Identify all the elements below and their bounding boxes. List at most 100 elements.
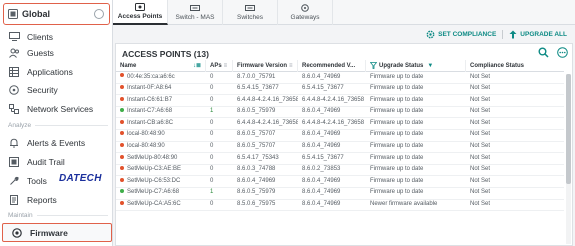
cell-aps: 0 — [210, 201, 214, 208]
column-header-upgrade-status[interactable]: Upgrade Status ▼ — [366, 59, 466, 72]
table-row[interactable]: Instant-0F:A8:64 0 6.5.4.15_73677 6.5.4.15_… — [116, 84, 564, 96]
tab-switches[interactable]: Switches — [223, 0, 278, 25]
sidebar-item-audit-trail[interactable]: Audit Trail — [0, 152, 112, 171]
cell-recommended-version: 8.6.0.4_74969 — [302, 177, 341, 184]
device-name: SetMeUp-C7:A6:68 — [127, 189, 180, 196]
security-icon — [8, 84, 20, 95]
cell-compliance-status: Not Set — [470, 96, 491, 103]
cell-upgrade-status: Firmware up to date — [370, 177, 424, 184]
cell-aps: 0 — [210, 96, 214, 103]
set-compliance-button[interactable]: SET COMPLIANCE — [426, 30, 496, 39]
cell-name[interactable]: local-80:48:90 — [116, 141, 206, 153]
clients-icon — [8, 32, 20, 42]
table-row[interactable]: SetMeUp-C6:53:DC 0 8.6.0.4_74969 8.6.0.4_74… — [116, 176, 564, 188]
table-row[interactable]: 00:4e:35:ca:a6:6c 0 8.7.0.0_75791 8.6.0.4_7… — [116, 72, 564, 84]
sidebar-item-applications[interactable]: Applications — [0, 62, 112, 81]
cell-name[interactable]: SetMeUp-C6:53:DC — [116, 176, 206, 188]
datech-watermark: DATECH — [59, 173, 102, 184]
cell-recommended-version: 8.6.0.4_74969 — [302, 73, 341, 80]
divider — [502, 29, 504, 39]
access-points-table: Name ↓≣ APs ≡ Firmware Version ≡ Recomme… — [116, 59, 564, 212]
cell-compliance-status: Not Set — [470, 154, 491, 161]
more-options-icon[interactable] — [557, 47, 568, 58]
tab-switch-mas[interactable]: Switch - MAS — [168, 0, 223, 25]
tab-access-points[interactable]: Access Points — [113, 0, 168, 25]
cell-firmware-version: 6.4.4.8-4.2.4.16_73658 — [237, 96, 298, 103]
cell-name[interactable]: 00:4e:35:ca:a6:6c — [116, 72, 206, 84]
cell-name[interactable]: Instant-CB:a6:8C — [116, 118, 206, 130]
panel-tools — [538, 47, 568, 58]
cell-aps: 0 — [210, 73, 214, 80]
cell-recommended-version: 6.5.4.15_73677 — [302, 154, 344, 161]
sidebar-item-reports[interactable]: Reports — [0, 190, 112, 209]
table-row[interactable]: Instant-CB:a6:8C 0 6.4.4.8-4.2.4.16_73658 6… — [116, 118, 564, 130]
app-root: Global Clients Guests Applications Secur… — [0, 0, 575, 246]
scope-radio-icon[interactable] — [94, 9, 104, 19]
dropdown-caret-icon[interactable]: ▼ — [427, 63, 433, 69]
scrollbar-thumb[interactable] — [566, 74, 571, 184]
column-header-aps[interactable]: APs ≡ — [206, 59, 233, 72]
cell-name[interactable]: SetMeUp-C7:A6:68 — [116, 187, 206, 199]
cell-compliance-status: Not Set — [470, 119, 491, 126]
reports-icon — [8, 194, 20, 205]
table-row[interactable]: SetMeUp-C3:AE:BE 0 8.6.0.3_74788 8.6.0.2_73… — [116, 165, 564, 177]
cell-upgrade-status: Firmware up to date — [370, 96, 424, 103]
cell-aps: 0 — [210, 131, 214, 138]
table-row[interactable]: SetMeUp-80:48:90 0 6.5.4.17_75343 6.5.4.15_… — [116, 153, 564, 165]
section-label-text: Maintain — [8, 212, 33, 219]
cell-aps: 0 — [210, 143, 214, 150]
cell-upgrade-status: Firmware up to date — [370, 166, 424, 173]
sidebar-item-alerts-events[interactable]: Alerts & Events — [0, 133, 112, 152]
sidebar-item-guests[interactable]: Guests — [0, 43, 112, 62]
section-label-maintain: Maintain — [8, 212, 108, 219]
table-header: Name ↓≣ APs ≡ Firmware Version ≡ Recomme… — [116, 59, 564, 72]
gateway-icon — [301, 4, 309, 12]
table-row[interactable]: Instant-C6:61:B7 0 6.4.4.8-4.2.4.16_73658 6… — [116, 95, 564, 107]
status-dot-icon — [120, 108, 124, 113]
device-name: Instant-C6:61:B7 — [127, 96, 173, 103]
cell-name[interactable]: local-80:48:90 — [116, 129, 206, 141]
cell-recommended-version: 8.6.0.4_74969 — [302, 189, 341, 196]
sidebar-item-network-services[interactable]: Network Services — [0, 99, 112, 118]
tab-label: Switch - MAS — [175, 14, 215, 21]
cell-name[interactable]: Instant-0F:A8:64 — [116, 83, 206, 95]
device-name: local-80:48:90 — [127, 131, 165, 138]
switches-icon — [245, 5, 255, 11]
global-scope-selector[interactable]: Global — [3, 3, 110, 25]
table-row[interactable]: Instant-C7:A6:68 1 8.6.0.5_75979 8.6.0.4_74… — [116, 107, 564, 119]
table-row[interactable]: local-80:48:90 0 8.6.0.5_75707 8.6.0.4_7496… — [116, 142, 564, 154]
cell-recommended-version: 8.6.0.4_74969 — [302, 131, 341, 138]
status-dot-icon — [120, 200, 124, 205]
tab-gateways[interactable]: Gateways — [278, 0, 333, 25]
status-dot-icon — [120, 166, 124, 171]
table-row[interactable]: SetMeUp-CA:A5:6C 0 8.5.0.6_75975 8.6.0.4_74… — [116, 200, 564, 212]
cell-name[interactable]: SetMeUp-C3:AE:BE — [116, 164, 206, 176]
sidebar-item-firmware[interactable]: Firmware — [2, 223, 112, 242]
cell-aps: 1 — [210, 108, 214, 115]
cell-name[interactable]: SetMeUp-CA:A5:6C — [116, 199, 206, 211]
column-header-name[interactable]: Name ↓≣ — [116, 59, 206, 72]
cell-name[interactable]: Instant-C6:61:B7 — [116, 95, 206, 107]
sidebar-item-security[interactable]: Security — [0, 80, 112, 99]
cell-name[interactable]: SetMeUp-80:48:90 — [116, 153, 206, 165]
column-header-firmware-version[interactable]: Firmware Version ≡ — [233, 59, 298, 72]
switch-icon — [190, 5, 200, 11]
sidebar-item-label: Firmware — [30, 227, 68, 238]
upgrade-all-button[interactable]: UPGRADE ALL — [509, 30, 567, 39]
funnel-filter-icon[interactable] — [370, 62, 377, 69]
device-name: SetMeUp-80:48:90 — [127, 154, 178, 161]
status-dot-icon — [120, 73, 124, 78]
cell-compliance-status: Not Set — [470, 143, 491, 150]
cell-name[interactable]: Instant-C7:A6:68 — [116, 106, 206, 118]
column-header-compliance-status[interactable]: Compliance Status — [466, 60, 564, 72]
column-header-recommended-version[interactable]: Recommended V... — [298, 59, 366, 72]
sort-icon[interactable]: ↓≣ — [193, 62, 201, 69]
search-icon[interactable] — [538, 47, 549, 58]
filter-icon[interactable]: ≡ — [289, 63, 293, 69]
table-row[interactable]: local-80:48:90 0 8.6.0.5_75707 8.6.0.4_7496… — [116, 130, 564, 142]
upgrade-all-label: UPGRADE ALL — [520, 30, 567, 38]
filter-icon[interactable]: ≡ — [224, 63, 228, 69]
status-dot-icon — [120, 142, 124, 147]
device-name: Instant-0F:A8:64 — [127, 85, 172, 92]
table-row[interactable]: SetMeUp-C7:A6:68 1 8.6.0.5_75979 8.6.0.4_74… — [116, 188, 564, 200]
